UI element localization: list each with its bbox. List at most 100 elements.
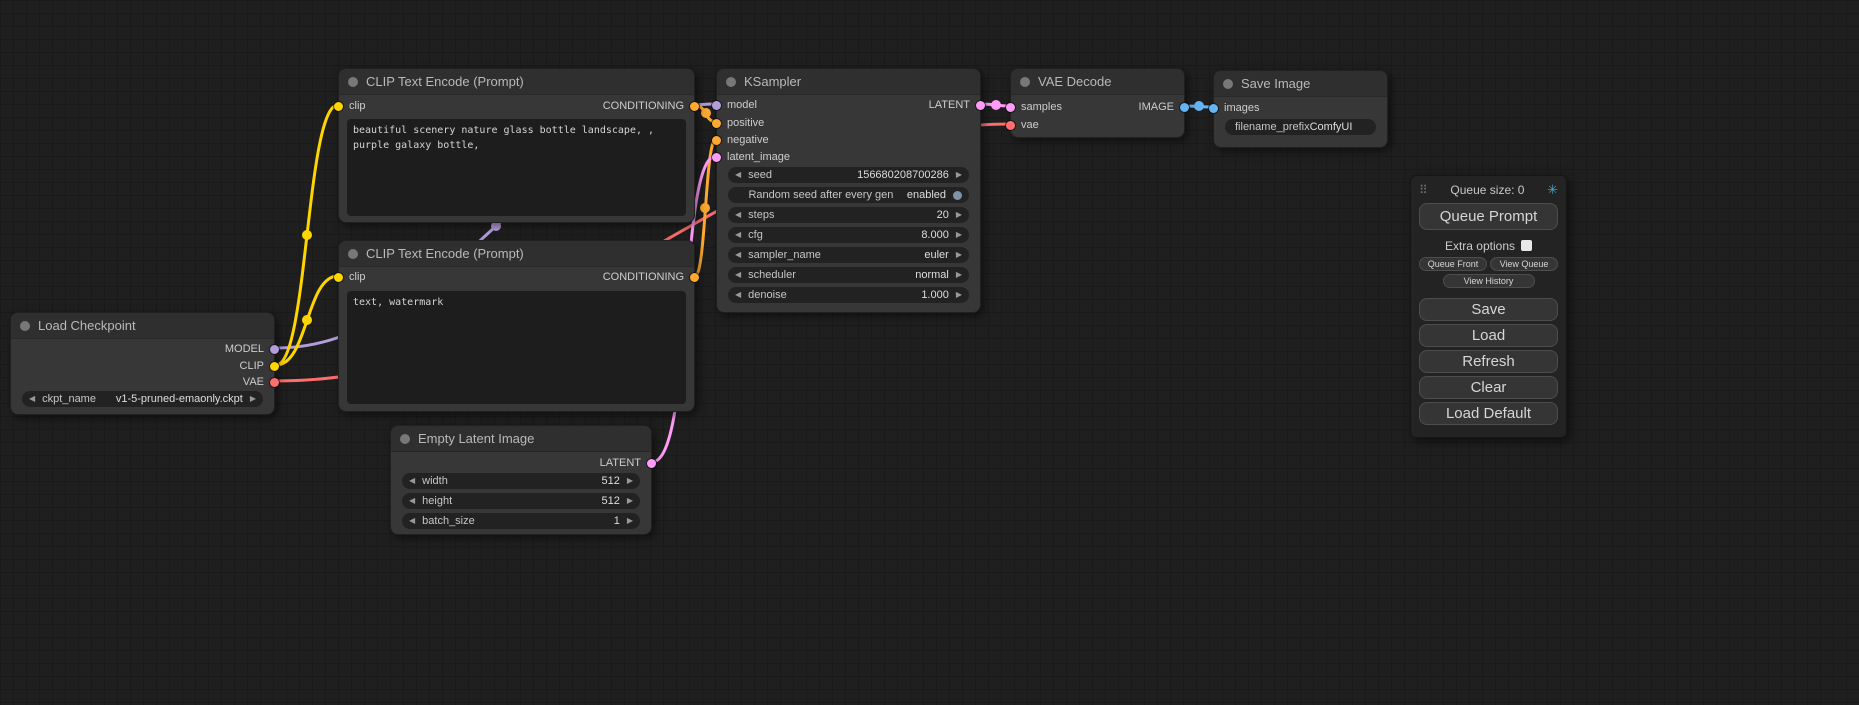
collapse-dot-icon[interactable]	[348, 249, 358, 259]
port-dot-model[interactable]	[270, 345, 279, 354]
toggle-dot-icon[interactable]	[953, 191, 962, 200]
arrow-right-icon[interactable]: ▶	[627, 517, 633, 525]
output-port-clip[interactable]: CLIP	[240, 359, 279, 373]
input-port-negative[interactable]: negative	[712, 133, 769, 147]
positive-prompt-textarea[interactable]: beautiful scenery nature glass bottle la…	[347, 119, 686, 216]
negative-prompt-textarea[interactable]: text, watermark	[347, 291, 686, 404]
load-default-button[interactable]: Load Default	[1419, 402, 1558, 425]
arrow-right-icon[interactable]: ▶	[250, 395, 256, 403]
arrow-left-icon[interactable]: ◀	[409, 477, 415, 485]
widget-batch-size[interactable]: ◀ batch_size 1 ▶	[402, 513, 640, 529]
widget-seed[interactable]: ◀ seed 156680208700286 ▶	[728, 167, 969, 183]
port-dot-latent[interactable]	[647, 459, 656, 468]
port-dot-latent[interactable]	[976, 101, 985, 110]
arrow-left-icon[interactable]: ◀	[735, 291, 741, 299]
arrow-left-icon[interactable]: ◀	[735, 171, 741, 179]
output-port-image[interactable]: IMAGE	[1139, 100, 1189, 114]
widget-random-seed-toggle[interactable]: Random seed after every gen enabled	[728, 187, 969, 203]
output-port-vae[interactable]: VAE	[243, 375, 279, 389]
view-history-button[interactable]: View History	[1443, 274, 1535, 288]
collapse-dot-icon[interactable]	[400, 434, 410, 444]
input-port-samples[interactable]: samples	[1006, 100, 1062, 114]
input-port-model[interactable]: model	[712, 98, 757, 112]
port-dot-conditioning[interactable]	[690, 102, 699, 111]
output-port-conditioning[interactable]: CONDITIONING	[603, 99, 699, 113]
arrow-left-icon[interactable]: ◀	[735, 271, 741, 279]
port-dot-image[interactable]	[1209, 104, 1218, 113]
output-port-conditioning[interactable]: CONDITIONING	[603, 270, 699, 284]
port-dot-conditioning[interactable]	[712, 119, 721, 128]
input-port-clip[interactable]: clip	[334, 99, 366, 113]
node-load-checkpoint[interactable]: Load Checkpoint MODEL CLIP VAE ◀ ckpt_na…	[10, 312, 275, 415]
widget-denoise[interactable]: ◀ denoise 1.000 ▶	[728, 287, 969, 303]
node-clip-text-encode-positive[interactable]: CLIP Text Encode (Prompt) clip CONDITION…	[338, 68, 695, 223]
arrow-left-icon[interactable]: ◀	[409, 497, 415, 505]
node-title-bar[interactable]: Empty Latent Image	[391, 426, 651, 452]
port-dot-latent[interactable]	[712, 153, 721, 162]
node-title-bar[interactable]: Load Checkpoint	[11, 313, 274, 339]
clear-button[interactable]: Clear	[1419, 376, 1558, 399]
widget-cfg[interactable]: ◀ cfg 8.000 ▶	[728, 227, 969, 243]
port-dot-vae[interactable]	[270, 378, 279, 387]
widget-height[interactable]: ◀ height 512 ▶	[402, 493, 640, 509]
load-button[interactable]: Load	[1419, 324, 1558, 347]
arrow-left-icon[interactable]: ◀	[735, 231, 741, 239]
port-dot-clip[interactable]	[270, 362, 279, 371]
arrow-left-icon[interactable]: ◀	[409, 517, 415, 525]
widget-ckpt-name[interactable]: ◀ ckpt_name v1-5-pruned-emaonly.ckpt ▶	[22, 391, 263, 407]
input-port-clip[interactable]: clip	[334, 270, 366, 284]
port-dot-clip[interactable]	[334, 273, 343, 282]
widget-width[interactable]: ◀ width 512 ▶	[402, 473, 640, 489]
arrow-left-icon[interactable]: ◀	[29, 395, 35, 403]
widget-sampler-name[interactable]: ◀ sampler_name euler ▶	[728, 247, 969, 263]
arrow-right-icon[interactable]: ▶	[956, 211, 962, 219]
arrow-right-icon[interactable]: ▶	[956, 251, 962, 259]
output-port-latent[interactable]: LATENT	[929, 98, 985, 112]
port-dot-conditioning[interactable]	[690, 273, 699, 282]
input-port-latent-image[interactable]: latent_image	[712, 150, 790, 164]
node-title-bar[interactable]: CLIP Text Encode (Prompt)	[339, 241, 694, 267]
settings-gear-icon[interactable]: ✳	[1547, 182, 1558, 198]
output-port-latent[interactable]: LATENT	[600, 456, 656, 470]
input-port-vae[interactable]: vae	[1006, 118, 1039, 132]
port-dot-conditioning[interactable]	[712, 136, 721, 145]
input-port-images[interactable]: images	[1209, 101, 1259, 115]
collapse-dot-icon[interactable]	[348, 77, 358, 87]
queue-front-button[interactable]: Queue Front	[1419, 257, 1487, 271]
port-dot-image[interactable]	[1180, 103, 1189, 112]
node-empty-latent-image[interactable]: Empty Latent Image LATENT ◀ width 512 ▶ …	[390, 425, 652, 535]
port-dot-clip[interactable]	[334, 102, 343, 111]
input-port-positive[interactable]: positive	[712, 116, 764, 130]
arrow-right-icon[interactable]: ▶	[956, 171, 962, 179]
widget-scheduler[interactable]: ◀ scheduler normal ▶	[728, 267, 969, 283]
arrow-right-icon[interactable]: ▶	[956, 271, 962, 279]
arrow-left-icon[interactable]: ◀	[735, 251, 741, 259]
drag-handle-icon[interactable]: ⠿	[1419, 183, 1428, 197]
arrow-right-icon[interactable]: ▶	[627, 477, 633, 485]
node-title-bar[interactable]: Save Image	[1214, 71, 1387, 97]
node-ksampler[interactable]: KSampler model positive negative latent_…	[716, 68, 981, 313]
collapse-dot-icon[interactable]	[1223, 79, 1233, 89]
node-title-bar[interactable]: CLIP Text Encode (Prompt)	[339, 69, 694, 95]
widget-filename-prefix[interactable]: filename_prefix ComfyUI	[1225, 119, 1376, 135]
arrow-right-icon[interactable]: ▶	[956, 231, 962, 239]
queue-prompt-button[interactable]: Queue Prompt	[1419, 203, 1558, 230]
collapse-dot-icon[interactable]	[20, 321, 30, 331]
collapse-dot-icon[interactable]	[726, 77, 736, 87]
widget-steps[interactable]: ◀ steps 20 ▶	[728, 207, 969, 223]
node-clip-text-encode-negative[interactable]: CLIP Text Encode (Prompt) clip CONDITION…	[338, 240, 695, 412]
port-dot-latent[interactable]	[1006, 103, 1015, 112]
collapse-dot-icon[interactable]	[1020, 77, 1030, 87]
save-button[interactable]: Save	[1419, 298, 1558, 321]
port-dot-vae[interactable]	[1006, 121, 1015, 130]
node-graph-canvas[interactable]: Load Checkpoint MODEL CLIP VAE ◀ ckpt_na…	[0, 0, 1859, 705]
node-title-bar[interactable]: VAE Decode	[1011, 69, 1184, 95]
node-vae-decode[interactable]: VAE Decode samples vae IMAGE	[1010, 68, 1185, 138]
view-queue-button[interactable]: View Queue	[1490, 257, 1558, 271]
node-title-bar[interactable]: KSampler	[717, 69, 980, 95]
node-save-image[interactable]: Save Image images filename_prefix ComfyU…	[1213, 70, 1388, 148]
arrow-right-icon[interactable]: ▶	[627, 497, 633, 505]
refresh-button[interactable]: Refresh	[1419, 350, 1558, 373]
arrow-right-icon[interactable]: ▶	[956, 291, 962, 299]
port-dot-model[interactable]	[712, 101, 721, 110]
